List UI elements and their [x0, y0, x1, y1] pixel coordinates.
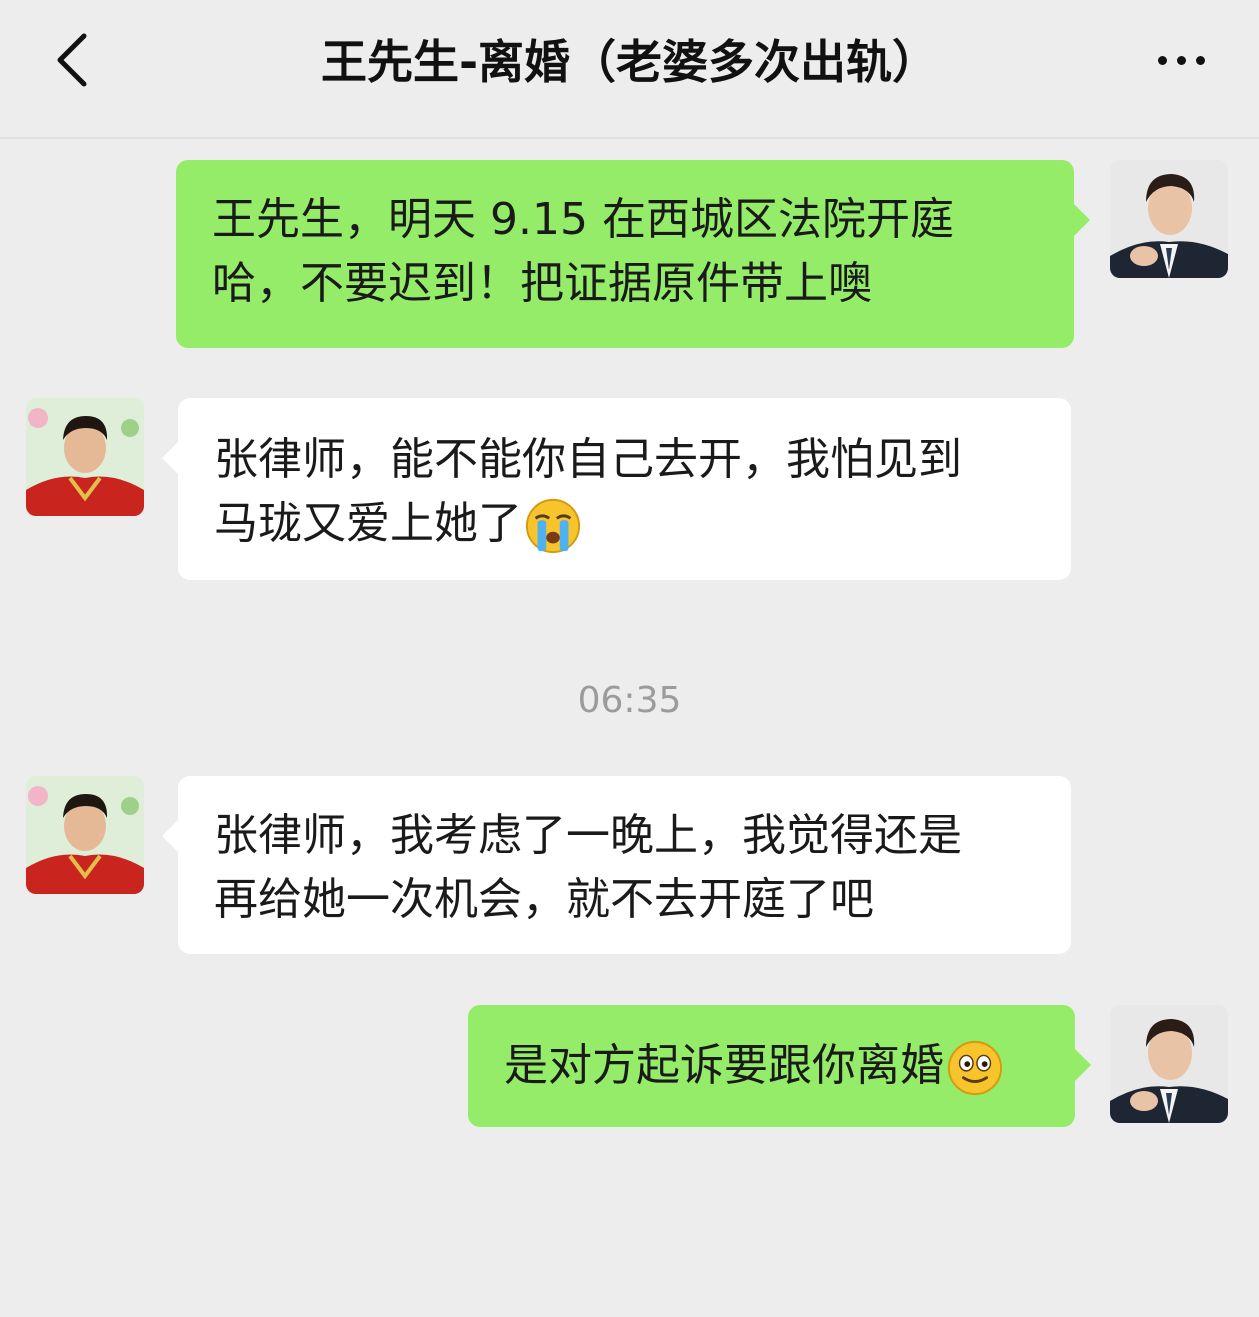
dot-icon — [1157, 55, 1167, 65]
chat-title: 王先生-离婚（老婆多次出轨） — [320, 35, 939, 89]
client-avatar[interactable] — [26, 776, 144, 894]
more-options-button[interactable] — [1143, 36, 1219, 84]
crying-face-icon — [525, 498, 581, 554]
back-button[interactable] — [40, 28, 104, 92]
message-line: 是对方起诉要跟你离婚 — [504, 1034, 1039, 1098]
message-line: 哈，不要迟到！把证据原件带上噢 — [212, 258, 872, 309]
message-line: 再给她一次机会，就不去开庭了吧 — [214, 874, 874, 925]
chevron-left-icon — [57, 33, 87, 87]
message-bubble-sent[interactable]: 是对方起诉要跟你离婚 — [468, 1005, 1091, 1127]
dot-icon — [1176, 55, 1186, 65]
message-timestamp: 06:35 — [577, 680, 682, 721]
chat-header: 王先生-离婚（老婆多次出轨） — [0, 0, 1259, 139]
message-bubble-sent[interactable]: 王先生，明天 9.15 在西城区法院开庭 哈，不要迟到！把证据原件带上噢 — [176, 160, 1090, 348]
message-line: 张律师，我考虑了一晚上，我觉得还是 — [214, 810, 962, 861]
dot-icon — [1195, 55, 1205, 65]
message-line: 张律师，能不能你自己去开，我怕见到 — [214, 434, 962, 485]
client-avatar[interactable] — [26, 398, 144, 516]
message-bubble-received[interactable]: 张律师，我考虑了一晚上，我觉得还是 再给她一次机会，就不去开庭了吧 — [162, 776, 1071, 954]
message-line: 马珑又爱上她了 — [214, 492, 1035, 556]
lawyer-avatar[interactable] — [1110, 1005, 1228, 1123]
message-line: 王先生，明天 9.15 在西城区法院开庭 — [212, 194, 954, 245]
message-bubble-received[interactable]: 张律师，能不能你自己去开，我怕见到 马珑又爱上她了 — [162, 398, 1071, 580]
lawyer-avatar[interactable] — [1110, 160, 1228, 278]
smiling-face-icon — [947, 1040, 1003, 1096]
